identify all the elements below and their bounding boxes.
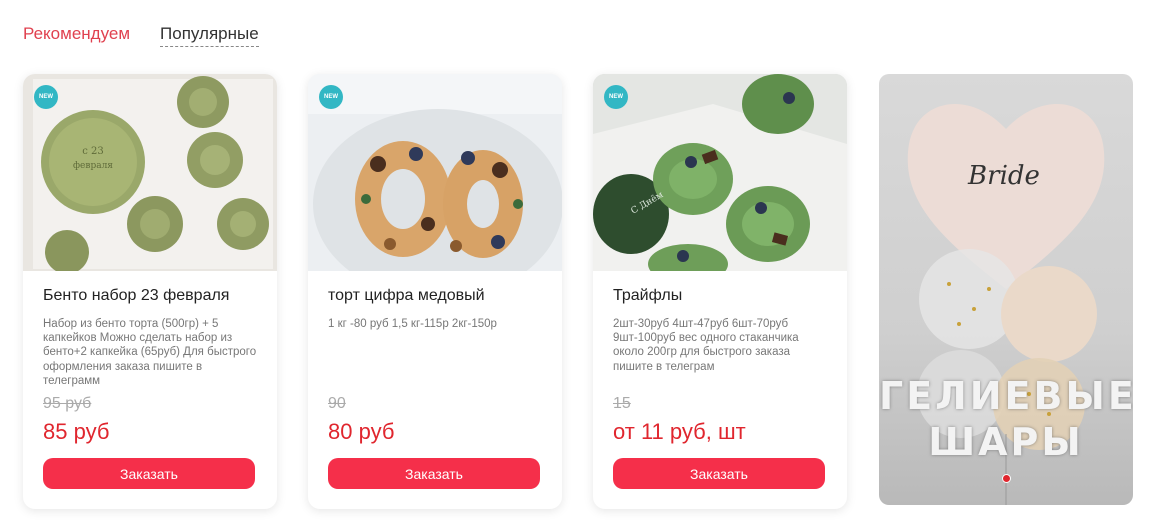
product-card[interactable]: С Днём NEW Трайфлы 2шт-30руб 4шт-47руб 6… [593, 74, 847, 509]
promo-title-line2: ШАРЫ [928, 420, 1084, 464]
new-badge: NEW [319, 85, 343, 109]
product-image[interactable]: С Днём NEW [593, 74, 847, 271]
order-button[interactable]: Заказать [328, 458, 540, 489]
svg-text:февраля: февраля [73, 161, 113, 171]
order-button[interactable]: Заказать [43, 458, 255, 489]
product-description: 1 кг -80 руб 1,5 кг-115р 2кг-150р [328, 318, 497, 330]
product-title[interactable]: Бенто набор 23 февраля [43, 287, 257, 305]
tab-recommended[interactable]: Рекомендуем [23, 22, 130, 47]
product-title[interactable]: Трайфлы [613, 287, 827, 305]
promo-title-line1: ГЕЛИЕВЫЕ [879, 374, 1133, 418]
new-badge: NEW [604, 85, 628, 109]
old-price: 15 [613, 395, 631, 412]
old-price: 95 руб [43, 395, 92, 412]
balloon-script-text: Bride [967, 161, 1040, 191]
old-price: 90 [328, 395, 346, 412]
order-button[interactable]: Заказать [613, 458, 825, 489]
trifles-photo: С Днём [593, 74, 847, 271]
carousel-dot[interactable] [1002, 474, 1011, 483]
price: 80 руб [328, 419, 395, 444]
product-card[interactable]: NEW торт цифра медовый 1 кг -80 руб 1,5 … [308, 74, 562, 509]
tab-popular[interactable]: Популярные [160, 22, 259, 47]
product-card[interactable]: с 23 февраля NEW Бенто набор 23 февраля … [23, 74, 277, 509]
promo-balloons-banner[interactable]: Bride ГЕЛИЕВЫЕ ШАРЫ [879, 74, 1133, 505]
bento-photo: с 23 февраля [23, 74, 277, 271]
number-cake-photo [308, 74, 562, 271]
product-image[interactable]: NEW [308, 74, 562, 271]
product-title[interactable]: торт цифра медовый [328, 287, 542, 305]
svg-text:с 23: с 23 [82, 146, 104, 157]
price: 85 руб [43, 419, 110, 444]
product-image[interactable]: с 23 февраля NEW [23, 74, 277, 271]
new-badge: NEW [34, 85, 58, 109]
product-description: 2шт-30руб 4шт-47руб 6шт-70руб 9шт-100руб… [613, 318, 799, 373]
category-tabs: Рекомендуем Популярные [23, 22, 259, 47]
product-description: Набор из бенто торта (500гр) + 5 капкейк… [43, 318, 257, 387]
price: от 11 руб, шт [613, 419, 746, 444]
